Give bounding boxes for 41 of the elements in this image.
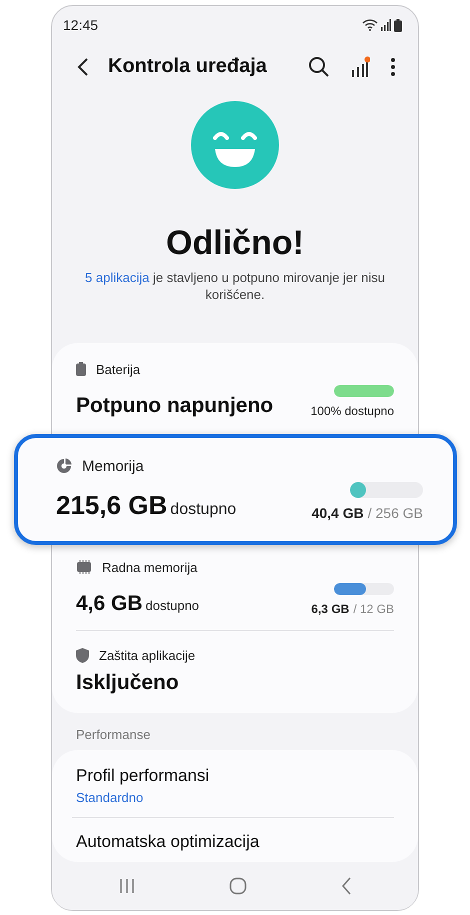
stat-label: Baterija [96,362,140,376]
total-amount: / 12 GB [353,602,394,616]
stat-label: Zaštita aplikacije [99,648,196,662]
recent-apps-icon[interactable] [119,878,135,894]
status-heading: Odlično! [166,223,304,263]
setting-title[interactable]: Automatska optimizacija [76,832,394,852]
stat-card[interactable]: Radna memorija 4,6 GB dostupno 6,3 GB / 12 GB [52,553,418,624]
stat-value: Isključeno [76,671,179,695]
pie-chart-icon [56,458,72,474]
stat-unit: dostupno [146,598,200,613]
stat-value: 215,6 GB [56,490,168,521]
setting-title[interactable]: Profil performansi [76,766,394,786]
stat-card[interactable]: Zaštita aplikacije Isključeno [52,641,418,703]
summary-message: 5 aplikacija je stavljeno u potpuno mirovanje jer nisu korišćene. [84,269,386,303]
stat-label: Radna memorija [102,560,198,574]
stat-unit: dostupno [170,501,236,519]
meter-reading: 100% dostupno [310,404,394,418]
stat-value: 4,6 GB [76,592,143,616]
signal-icon [381,19,391,31]
chip-icon [76,560,92,574]
home-icon[interactable] [229,877,247,895]
search-icon[interactable] [308,56,330,78]
used-amount: 40,4 GB [312,505,364,521]
used-amount: 6,3 GB [311,602,350,616]
stat-card[interactable]: Baterija Potpuno napunjeno 100% dostupno [52,355,418,426]
bar-chart-icon[interactable] [350,56,370,78]
battery-icon [394,18,402,32]
apps-link[interactable]: 5 aplikacija [85,270,150,285]
stat-value: Potpuno napunjeno [76,394,274,418]
back-icon[interactable] [76,56,90,76]
page-title: Kontrola uređaja [108,55,268,78]
clock-time: 12:45 [63,17,98,33]
more-options-icon[interactable] [390,56,396,76]
battery-icon [76,362,86,376]
stat-label: Memorija [82,458,144,474]
total-amount: / 256 GB [368,505,423,521]
setting-value: Standardno [76,790,144,805]
shield-icon [76,648,89,662]
wifi-icon [362,19,378,31]
stat-card[interactable]: Memorija 215,6 GB dostupno 40,4 GB / 256 GB [14,434,457,545]
section-heading: Performanse [75,726,152,744]
